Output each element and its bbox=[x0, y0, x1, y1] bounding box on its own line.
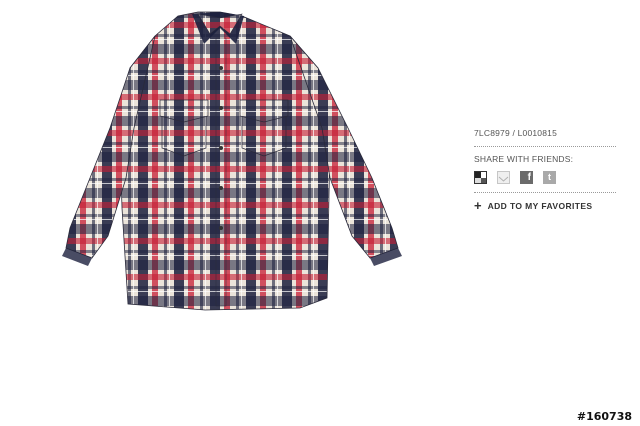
add-to-favorites-label: ADD TO MY FAVORITES bbox=[487, 201, 593, 211]
plus-icon: + bbox=[474, 198, 482, 213]
product-info-panel: 7LC8979 / L0010815 SHARE WITH FRIENDS: f… bbox=[474, 126, 616, 212]
share-icons: f t bbox=[474, 171, 616, 184]
image-id-watermark: #160738 bbox=[576, 410, 632, 423]
facebook-icon[interactable]: f bbox=[520, 171, 533, 184]
share-label: SHARE WITH FRIENDS: bbox=[474, 154, 574, 164]
twitter-icon[interactable]: t bbox=[543, 171, 556, 184]
add-to-favorites-button[interactable]: + ADD TO MY FAVORITES bbox=[474, 198, 616, 213]
divider bbox=[474, 146, 616, 147]
delicious-icon[interactable] bbox=[474, 171, 487, 184]
product-sku: 7LC8979 / L0010815 bbox=[474, 128, 558, 138]
divider bbox=[474, 192, 616, 193]
product-image bbox=[30, 8, 425, 313]
email-icon[interactable] bbox=[497, 171, 510, 184]
